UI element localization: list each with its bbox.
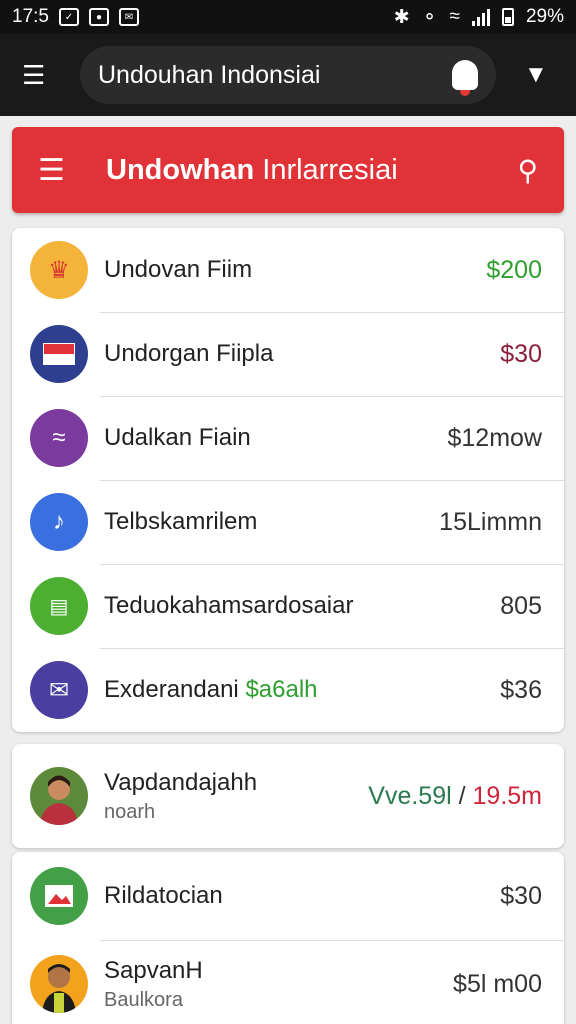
list-item[interactable]: ≈ Udalkan Fiain $12mow: [12, 396, 564, 480]
profile-row[interactable]: Vapdandajahh noarh Vve.59l / 19.5m: [12, 744, 564, 848]
items-list: ♛ Undovan Fiim $200 Undorgan Fiipla $30 …: [12, 228, 564, 732]
item-label: Teduokahamsardosaiar: [104, 592, 354, 619]
app-notification-icon: ●: [88, 8, 109, 26]
list-item[interactable]: Rildatocian $30: [12, 852, 564, 940]
top-app-bar: ☰ Undouhan Indonsiai ▼: [0, 34, 576, 116]
flag-icon: [30, 325, 88, 383]
person-avatar: [30, 955, 88, 1013]
list-item[interactable]: ▤ Teduokahamsardosaiar 805: [12, 564, 564, 648]
bottom-list: Rildatocian $30 SapvanH Baulkora $5l m00: [12, 852, 564, 1024]
signal-icon: [471, 8, 490, 26]
menu-icon[interactable]: ☰: [22, 60, 62, 91]
item-label: SapvanH Baulkora: [104, 957, 453, 1012]
item-label: Rildatocian: [104, 882, 223, 909]
item-label: Undorgan Fiipla: [104, 340, 274, 367]
image-icon: [30, 867, 88, 925]
item-value: 15Limmn: [439, 507, 542, 536]
list-item[interactable]: ♛ Undovan Fiim $200: [12, 228, 564, 312]
menu-icon[interactable]: ☰: [38, 153, 82, 188]
list-item[interactable]: ✉ Exderandani $a6alh $36: [12, 648, 564, 732]
list-item[interactable]: Undorgan Fiipla $30: [12, 312, 564, 396]
item-value: $36: [500, 675, 542, 704]
item-label: Telbskamrilem: [104, 508, 258, 535]
bell-icon[interactable]: [452, 60, 478, 96]
wifi-icon: ≈: [449, 6, 460, 27]
list-item[interactable]: ♪ Telbskamrilem 15Limmn: [12, 480, 564, 564]
item-value: 805: [500, 591, 542, 620]
item-label: Udalkan Fiain: [104, 424, 251, 451]
status-bar: 17:5 ✓ ● ✉ ✱ ⚬ ≈ 29%: [0, 0, 576, 34]
page-title: Undowhan Inrlarresiai: [106, 153, 398, 186]
profile-card[interactable]: Vapdandajahh noarh Vve.59l / 19.5m: [12, 744, 564, 848]
search-bar[interactable]: Undouhan Indonsiai: [80, 46, 496, 104]
vibrate-icon: ⚬: [421, 6, 438, 28]
message-notification-icon: ✉: [118, 8, 139, 26]
search-text: Undouhan Indonsiai: [98, 60, 321, 89]
crown-icon: ♛: [30, 241, 88, 299]
item-value: $30: [500, 339, 542, 368]
bluetooth-icon: ✱: [393, 6, 410, 28]
wave-icon: ≈: [30, 409, 88, 467]
music-note-icon: ♪: [30, 493, 88, 551]
gallery-notification-icon: ✓: [58, 8, 79, 26]
item-subtitle: Baulkora: [104, 988, 183, 1011]
battery-icon: [501, 8, 514, 26]
item-value: $5l m00: [453, 969, 542, 998]
item-label: Exderandani $a6alh: [104, 676, 318, 703]
profile-values: Vve.59l / 19.5m: [368, 781, 542, 810]
avatar: [30, 767, 88, 825]
clock: 17:5: [12, 6, 49, 27]
mail-icon: ✉: [30, 661, 88, 719]
item-value: $30: [500, 881, 542, 910]
search-icon[interactable]: ⚲: [517, 154, 538, 187]
list-item[interactable]: SapvanH Baulkora $5l m00: [12, 940, 564, 1024]
battery-percent: 29%: [525, 6, 564, 27]
section-header: ☰ Undowhan Inrlarresiai ⚲: [12, 127, 564, 213]
item-label: Undovan Fiim: [104, 256, 253, 283]
item-value: $12mow: [447, 423, 543, 452]
profile-name: Vapdandajahh noarh: [104, 769, 368, 824]
item-value: $200: [486, 255, 542, 284]
card-icon: ▤: [30, 577, 88, 635]
voice-icon[interactable]: ▼: [524, 61, 548, 89]
item-label-extra: $a6alh: [245, 676, 318, 703]
profile-subtitle: noarh: [104, 800, 156, 823]
